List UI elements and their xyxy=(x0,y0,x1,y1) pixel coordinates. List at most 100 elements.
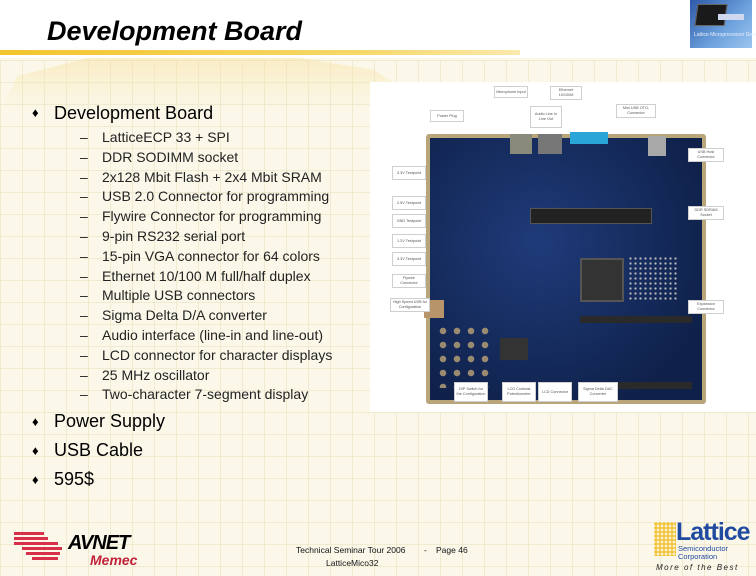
bullet-label: Power Supply xyxy=(54,411,166,431)
callout-top: Audio Line In Line Out xyxy=(530,106,562,128)
sub-bullet-item: –2x128 Mbit Flash + 2x4 Mbit SRAM xyxy=(80,168,332,188)
title-underline xyxy=(0,50,520,55)
dash-bullet-icon: – xyxy=(80,386,88,403)
footer-product: LatticeMico32 xyxy=(326,558,379,568)
sub-bullet-item: – Sigma Delta D/A converter xyxy=(80,306,332,326)
callout-left: GND Testpoint xyxy=(392,214,426,228)
sub-bullet-label: Sigma Delta D/A converter xyxy=(102,307,267,324)
lattice-tagline: More of the Best xyxy=(656,563,739,572)
bullet-development-board: ♦ Development Board xyxy=(32,100,332,126)
lattice-corporation: Corporation xyxy=(678,552,718,561)
callout-top: Ethernet 10/100M xyxy=(550,86,582,100)
sub-bullet-label: Multiple USB connectors xyxy=(102,287,256,304)
bullet-item: ♦ 595$ xyxy=(32,465,165,494)
sub-bullet-item: –9-pin RS232 serial port xyxy=(80,227,332,247)
sub-bullet-label: 25 MHz oscillator xyxy=(102,366,210,383)
sub-bullet-label: DDR SODIMM socket xyxy=(102,148,239,165)
sub-bullet-item: – Multiple USB connectors xyxy=(80,286,332,306)
callout-top: Mini USB OTG-Connector xyxy=(616,104,656,118)
corner-product-image: Lattice Microprocessor Design Service xyxy=(690,0,756,48)
dash-bullet-icon: – xyxy=(80,287,88,304)
footer-event: Technical Seminar Tour 2006 xyxy=(296,545,406,555)
board-photo-diagram: Power Plug Microphone Input Audio Line In … xyxy=(370,82,756,412)
footer: Technical Seminar Tour 2006 - Page 46 La… xyxy=(296,545,468,568)
lattice-wordmark: Lattice xyxy=(676,518,751,546)
sub-bullet-list: – LatticeECP 33 + SPI – DDR SODIMM socket –2… xyxy=(80,128,332,405)
callout-bottom: Sigma Delta DAC Converter xyxy=(578,382,618,402)
diamond-bullet-icon: ♦ xyxy=(32,472,39,487)
push-buttons xyxy=(436,324,494,388)
lattice-logo: Lattice Semiconductor Corporation More o… xyxy=(652,518,756,574)
dash-bullet-icon: – xyxy=(80,188,88,205)
fpga-chip xyxy=(580,258,624,302)
dash-bullet-icon: – xyxy=(80,366,88,383)
sub-bullet-label: USB 2.0 Connector for programming xyxy=(102,188,330,205)
sub-bullet-item: –25 MHz oscillator xyxy=(80,366,332,386)
sub-bullet-item: – Audio interface (line-in and line-out) xyxy=(80,326,332,346)
sub-bullet-item: – USB 2.0 Connector for programming xyxy=(80,187,332,207)
ethernet-jack xyxy=(510,134,532,154)
bullet-item: ♦ USB Cable xyxy=(32,436,165,465)
avnet-memec-logo: AVNET Memec xyxy=(12,526,162,570)
callout-left: High Speed USB for Configuration xyxy=(390,298,430,312)
expansion-header xyxy=(580,316,692,323)
callout-bottom: LCD Contrast Potentiometer xyxy=(502,382,536,402)
sub-bullet-item: – LatticeECP 33 + SPI xyxy=(80,128,332,148)
serial-port xyxy=(570,132,608,144)
bullet-label: USB Cable xyxy=(54,440,144,460)
callout-left: 3.3V Testpoint xyxy=(392,166,426,180)
bullet-list: ♦ Development Board – LatticeECP 33 + SPI… xyxy=(32,100,332,411)
diamond-bullet-icon: ♦ xyxy=(32,105,39,120)
sub-bullet-label: 15-pin VGA connector for 64 colors xyxy=(102,247,320,264)
dash-bullet-icon: – xyxy=(80,346,88,363)
dash-bullet-icon: – xyxy=(80,247,88,264)
callout-top: Power Plug xyxy=(430,110,464,122)
sub-bullet-item: – Ethernet 10/100 M full/half duplex xyxy=(80,267,332,287)
sub-bullet-label: 9-pin RS232 serial port xyxy=(102,227,246,244)
dash-bullet-icon: – xyxy=(80,168,88,185)
audio-jack xyxy=(538,134,562,154)
sub-bullet-label: 2x128 Mbit Flash + 2x4 Mbit SRAM xyxy=(102,168,322,185)
callout-bottom: DIP Switch for the Configuration xyxy=(454,382,488,402)
sodimm-socket xyxy=(530,208,652,224)
dash-bullet-icon: – xyxy=(80,267,88,284)
slide-title: Development Board xyxy=(47,16,303,46)
corner-caption: Lattice Microprocessor Design Service xyxy=(694,32,756,38)
sub-bullet-label: Two-character 7-segment display xyxy=(102,386,309,403)
footer-separator: - xyxy=(424,545,427,555)
sub-bullet-label: Audio interface (line-in and line-out) xyxy=(102,326,324,343)
sub-bullet-item: – DDR SODIMM socket xyxy=(80,148,332,168)
dash-bullet-icon: – xyxy=(80,307,88,324)
callout-bottom: LCD Connector xyxy=(538,382,572,402)
sub-bullet-item: – LCD connector for character displays xyxy=(80,346,332,366)
sub-bullet-label: Ethernet 10/100 M full/half duplex xyxy=(102,267,311,284)
dash-bullet-icon: – xyxy=(80,326,88,343)
bullet-label: 595$ xyxy=(54,469,95,489)
bullet-item: ♦ Power Supply xyxy=(32,407,165,436)
callout-top: Microphone Input xyxy=(494,86,528,98)
diamond-bullet-icon: ♦ xyxy=(32,443,39,458)
sub-bullet-item: – Flywire Connector for programming xyxy=(80,207,332,227)
sub-bullet-label: LCD connector for character displays xyxy=(102,346,333,363)
memec-wordmark: Memec xyxy=(90,552,138,568)
board-pcb xyxy=(424,132,706,404)
bga-pad-grid xyxy=(628,256,678,300)
callout-right: USB Host Connector xyxy=(688,148,724,162)
dash-bullet-icon: – xyxy=(80,148,88,165)
sub-bullet-item: –15-pin VGA connector for 64 colors xyxy=(80,247,332,267)
dash-bullet-icon: – xyxy=(80,208,88,225)
callout-right: DDR SDRAM Socket xyxy=(688,206,724,220)
dash-bullet-icon: – xyxy=(80,227,88,244)
diamond-bullet-icon: ♦ xyxy=(32,414,39,429)
callout-left: 2.5V Testpoint xyxy=(392,196,426,210)
dash-bullet-icon: – xyxy=(80,129,88,145)
tag-graphic xyxy=(718,14,744,20)
sub-bullet-label: Flywire Connector for programming xyxy=(102,208,322,225)
other-bullets: ♦ Power Supply ♦ USB Cable ♦ 595$ xyxy=(32,407,165,494)
lattice-dots-icon xyxy=(654,522,676,556)
callout-left: 1.2V Testpoint xyxy=(392,234,426,248)
seven-segment-display xyxy=(500,338,528,360)
bullet-label: Development Board xyxy=(54,103,214,123)
callout-right: Expansion Connector xyxy=(688,300,724,314)
callout-left: 3.3V Testpoint xyxy=(392,252,426,266)
